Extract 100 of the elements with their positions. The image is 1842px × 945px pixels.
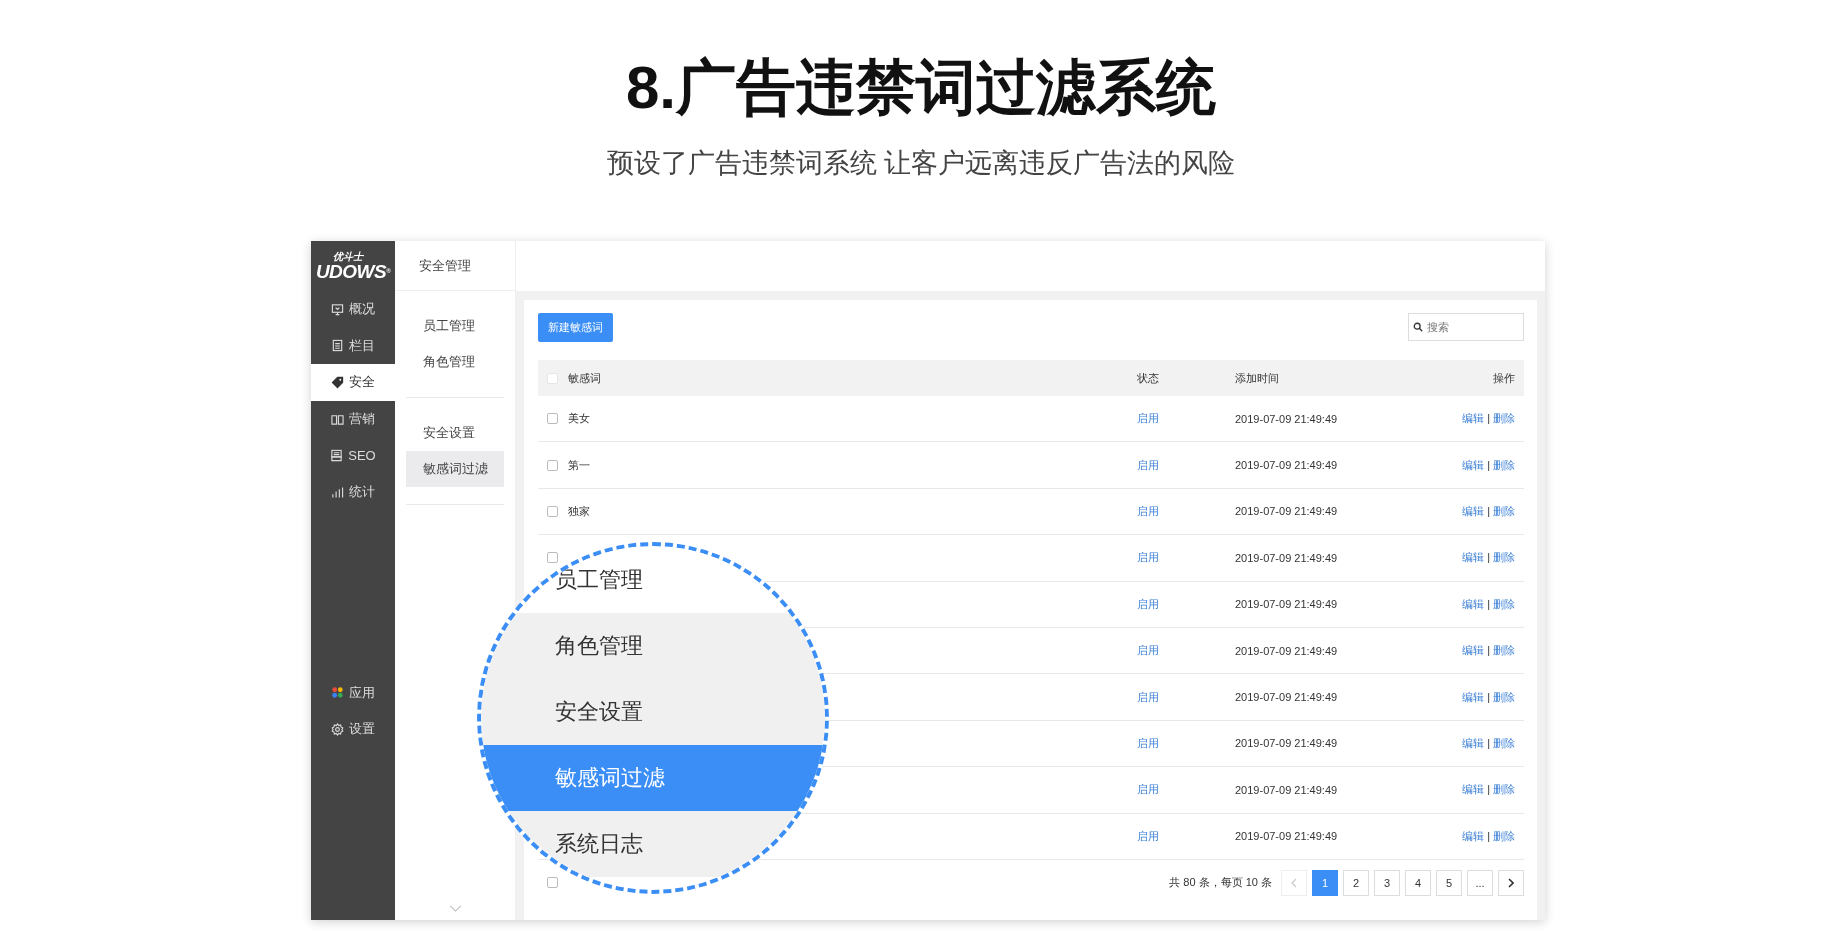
table-cell: 2019-07-09 21:49:49 xyxy=(1235,691,1338,704)
table-cell: 2019-07-09 21:49:49 xyxy=(1235,505,1338,518)
checkbox[interactable] xyxy=(547,552,558,564)
next-page-button[interactable] xyxy=(1498,869,1524,896)
table-cell: 2019-07-09 21:49:49 xyxy=(1235,412,1338,425)
apps-icon xyxy=(331,686,344,700)
tag-icon xyxy=(331,376,344,389)
status-link[interactable]: 启用 xyxy=(1137,412,1159,425)
status-link[interactable]: 启用 xyxy=(1137,458,1159,471)
separator: | xyxy=(1487,597,1490,610)
subnav-item[interactable]: 角色管理 xyxy=(406,344,504,380)
page-button[interactable]: 2 xyxy=(1343,869,1369,896)
separator: | xyxy=(1487,644,1490,657)
column-header: 操作 xyxy=(1492,370,1516,386)
sidebar-item[interactable]: 统计 xyxy=(311,473,395,511)
separator: | xyxy=(1487,551,1490,564)
separator: | xyxy=(1487,829,1490,842)
separator: | xyxy=(1487,412,1490,425)
subnav-item[interactable]: 员工管理 xyxy=(406,308,504,344)
chevron-down-icon[interactable] xyxy=(448,905,462,912)
edit-link[interactable]: 编辑 xyxy=(1462,783,1485,796)
table-cell: 2019-07-09 21:49:49 xyxy=(1235,644,1338,657)
delete-link[interactable]: 删除 xyxy=(1493,783,1515,796)
pagination-summary: 共 80 条，每页 10 条 xyxy=(1169,875,1272,891)
delete-link[interactable]: 删除 xyxy=(1493,644,1515,657)
subnav-item[interactable]: 敏感词过滤 xyxy=(406,451,504,487)
delete-link[interactable]: 删除 xyxy=(1493,597,1515,610)
search-field[interactable]: 搜索 xyxy=(1408,313,1524,341)
separator: | xyxy=(1487,736,1490,749)
sidebar-item[interactable]: 栏目 xyxy=(311,327,395,365)
edit-link[interactable]: 编辑 xyxy=(1462,551,1485,564)
separator: | xyxy=(1487,504,1490,517)
edit-link[interactable]: 编辑 xyxy=(1462,690,1485,703)
new-word-button[interactable]: 新建敏感词 xyxy=(538,313,613,342)
separator: | xyxy=(1487,458,1490,471)
separator: | xyxy=(1487,690,1490,703)
settings-icon xyxy=(331,722,344,736)
edit-link[interactable]: 编辑 xyxy=(1462,504,1485,517)
document-icon xyxy=(331,339,344,353)
status-link[interactable]: 启用 xyxy=(1137,504,1159,517)
sidebar-item[interactable]: 营销 xyxy=(311,400,395,438)
edit-link[interactable]: 编辑 xyxy=(1462,736,1485,749)
sidebar-item[interactable]: SEO xyxy=(311,437,395,474)
page-button[interactable]: 5 xyxy=(1436,869,1462,896)
sidebar-item[interactable]: 概况 xyxy=(311,291,395,328)
edit-link[interactable]: 编辑 xyxy=(1462,458,1485,471)
column-header: 敏感词 xyxy=(568,370,602,386)
status-link[interactable]: 启用 xyxy=(1137,783,1159,796)
column-header: 添加时间 xyxy=(1235,370,1280,386)
table-cell: 2019-07-09 21:49:49 xyxy=(1235,459,1338,472)
sidebar-item[interactable]: 安全 xyxy=(311,364,395,401)
book-icon xyxy=(331,412,344,426)
sidebar-item[interactable]: 设置 xyxy=(311,711,395,748)
page-button[interactable]: 3 xyxy=(1374,869,1400,896)
delete-link[interactable]: 删除 xyxy=(1493,504,1515,517)
delete-link[interactable]: 删除 xyxy=(1493,458,1515,471)
section-title: 安全管理 xyxy=(419,256,471,275)
status-link[interactable]: 启用 xyxy=(1137,644,1159,657)
separator: | xyxy=(1487,783,1490,796)
checkbox[interactable] xyxy=(547,413,558,425)
column-header: 状态 xyxy=(1137,370,1160,386)
page-button[interactable]: 1 xyxy=(1312,869,1338,896)
chevron-left-icon xyxy=(1291,877,1297,888)
table-cell: 2019-07-09 21:49:49 xyxy=(1235,830,1338,843)
delete-link[interactable]: 删除 xyxy=(1493,551,1515,564)
bar-chart-icon xyxy=(331,485,344,499)
logo-tagline: 优斗士 xyxy=(333,251,363,262)
table-cell: 独家 xyxy=(568,504,590,517)
table-cell: 美女 xyxy=(568,412,590,425)
delete-link[interactable]: 删除 xyxy=(1493,690,1515,703)
server-icon xyxy=(330,449,344,463)
checkbox[interactable] xyxy=(547,459,558,471)
page-button[interactable]: ... xyxy=(1467,869,1493,896)
status-link[interactable]: 启用 xyxy=(1137,736,1159,749)
status-link[interactable]: 启用 xyxy=(1137,829,1159,842)
table-cell: 2019-07-09 21:49:49 xyxy=(1235,737,1338,750)
edit-link[interactable]: 编辑 xyxy=(1462,412,1485,425)
chevron-right-icon xyxy=(1508,877,1514,888)
status-link[interactable]: 启用 xyxy=(1137,690,1159,703)
monitor-icon xyxy=(331,302,344,316)
delete-link[interactable]: 删除 xyxy=(1493,829,1515,842)
table-cell: 第一 xyxy=(568,458,590,471)
checkbox[interactable] xyxy=(547,505,558,517)
status-link[interactable]: 启用 xyxy=(1137,597,1159,610)
status-link[interactable]: 启用 xyxy=(1137,551,1159,564)
edit-link[interactable]: 编辑 xyxy=(1462,829,1485,842)
edit-link[interactable]: 编辑 xyxy=(1462,644,1485,657)
table-cell: 2019-07-09 21:49:49 xyxy=(1235,551,1338,564)
delete-link[interactable]: 删除 xyxy=(1493,412,1515,425)
table-cell: 2019-07-09 21:49:49 xyxy=(1235,783,1338,796)
logo-wordmark: UDOWS$^{®}$ xyxy=(315,262,391,281)
checkbox[interactable] xyxy=(547,877,558,889)
subnav-item[interactable]: 安全设置 xyxy=(406,415,504,451)
edit-link[interactable]: 编辑 xyxy=(1462,597,1485,610)
page-subtitle: 预设了广告违禁词系统 让客户远离违反广告法的风险 xyxy=(606,147,1236,180)
page-title: 8.广告违禁词过滤系统 xyxy=(625,53,1216,123)
sidebar-item[interactable]: 应用 xyxy=(311,674,395,712)
delete-link[interactable]: 删除 xyxy=(1493,736,1515,749)
page-button[interactable]: 4 xyxy=(1405,869,1431,896)
table-cell: 2019-07-09 21:49:49 xyxy=(1235,598,1338,611)
